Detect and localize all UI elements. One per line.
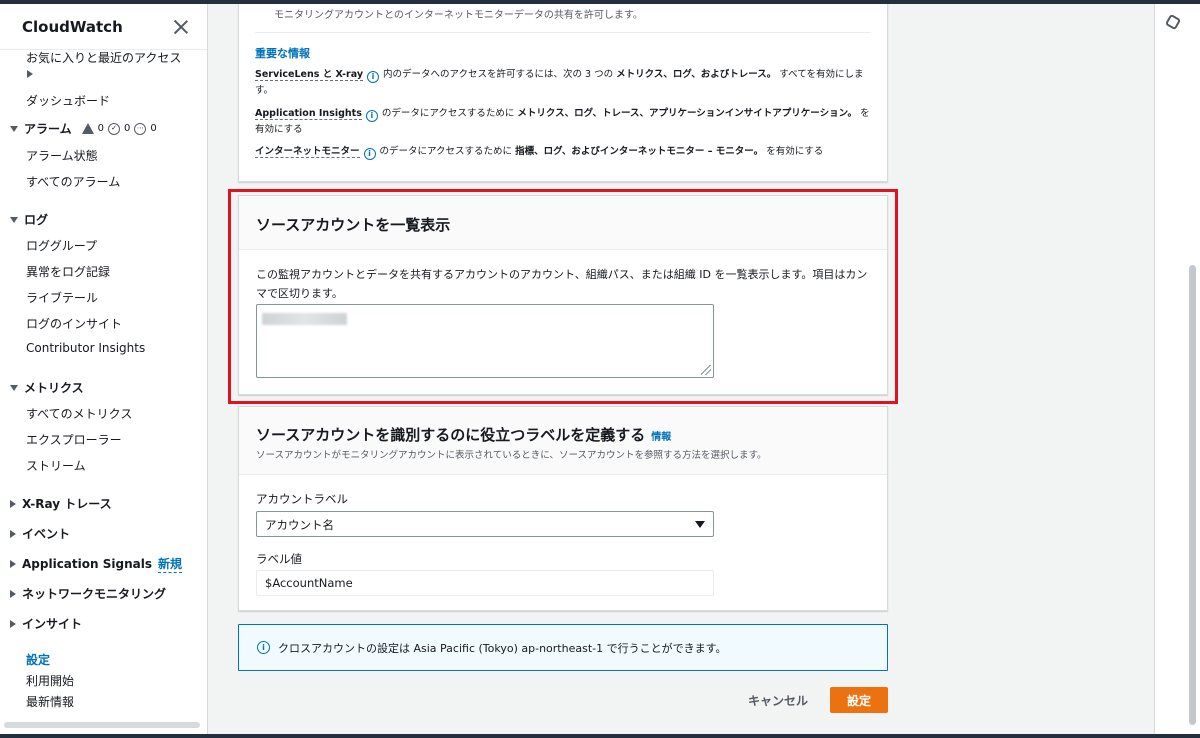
chevron-right-icon [10,589,16,598]
sidebar-section-label: イベント [22,527,71,541]
sidebar-item-live-tail[interactable]: ライブテール [26,289,98,306]
sidebar-item-contributor-insights[interactable]: Contributor Insights [26,341,145,355]
new-badge: 新規 [157,557,182,573]
info-text: のデータにアクセスするために [379,146,516,157]
chevron-right-icon [10,499,16,508]
sidebar-section-label: インサイト [22,617,83,631]
sidebar-header: CloudWatch [0,4,207,50]
highlight-frame [228,189,898,404]
sidebar-item-logs-insights[interactable]: ログのインサイト [26,315,122,332]
info-icon[interactable]: i [363,148,376,160]
sidebar-section-metrics[interactable]: メトリクス [10,379,84,396]
sidebar-section-label: X-Ray トレース [22,497,112,511]
sidebar-section-label: アラーム [24,122,72,136]
sidebar-section-label: ネットワークモニタリング [22,587,167,601]
sidebar-section-application-signals[interactable]: Application Signals 新規 [10,555,182,573]
input-value: $AccountName [265,576,353,590]
sidebar-item-streams[interactable]: ストリーム [26,457,86,474]
dropdown-caret-icon [695,521,705,528]
sidebar-item-all-alarms[interactable]: すべてのアラーム [26,173,120,190]
chevron-down-icon [10,125,18,132]
insufficient-count: 0 [150,123,157,134]
info-term[interactable]: Application Insights [255,108,362,120]
info-link[interactable]: 情報 [651,432,671,443]
select-value: アカウント名 [265,518,334,532]
info-bold: メトリクス、ログ、トレース、アプリケーションインサイトアプリケーション。 [517,108,858,119]
info-text: 内のデータへのアクセスを許可するには、次の 3 つの [383,69,617,80]
sidebar-section-label: ログ [24,213,49,227]
panel-title: ソースアカウントを識別するのに役立つラベルを定義する 情報 [256,424,671,445]
sidebar-scrollbar[interactable] [4,722,200,728]
sidebar-section-label: メトリクス [24,381,84,395]
info-bold: 指標、ログ、およびインターネットモニター – モニター。 [515,146,764,157]
info-row-internet-monitor: インターネットモニター i のデータにアクセスするために 指標、ログ、およびインター… [255,144,875,160]
info-text: のデータにアクセスするために [381,108,518,119]
chevron-right-icon [10,560,16,568]
sidebar-item-all-metrics[interactable]: すべてのメトリクス [26,405,132,422]
sidebar-item-alarm-state[interactable]: アラーム状態 [26,147,98,164]
sidebar-item-log-anomalies[interactable]: 異常をログ記録 [26,263,110,280]
main-content: モニタリングアカウントとのインターネットモニターデータの共有を許可します。 重要… [208,4,1154,734]
sidebar: CloudWatch お気に入りと最近のアクセス ダッシュボード アラーム 0 … [0,4,208,734]
sidebar-item-favorites[interactable]: お気に入りと最近のアクセス [26,49,181,66]
sidebar-title: CloudWatch [22,17,123,36]
insufficient-data-icon: ⋯ [134,122,147,135]
sidebar-section-xray[interactable]: X-Ray トレース [10,495,112,512]
account-label-select[interactable]: アカウント名 [256,511,714,537]
sidebar-section-insights[interactable]: インサイト [10,615,82,632]
info-term[interactable]: ServiceLens と X-ray [255,69,364,81]
sharing-options-panel: モニタリングアカウントとのインターネットモニターデータの共有を許可します。 重要… [238,4,888,182]
account-label-title: アカウントラベル [256,492,348,506]
alarm-count: 0 [97,123,105,134]
sidebar-item-getting-started[interactable]: 利用開始 [26,672,74,689]
panel-title-text: ソースアカウントを識別するのに役立つラベルを定義する [256,426,646,444]
sidebar-item-whats-new[interactable]: 最新情報 [26,693,74,710]
alarm-counts: 0 ✓ 0 ⋯ 0 [81,122,157,135]
account-label-panel: ソースアカウントを識別するのに役立つラベルを定義する 情報 ソースアカウントがモニ… [238,406,888,611]
info-bold: メトリクス、ログ、およびトレース。 [616,69,777,80]
chevron-down-icon [10,216,18,223]
info-row-application-insights: Application Insights i のデータにアクセスするために メトリク… [255,106,875,138]
sidebar-section-logs[interactable]: ログ [10,211,48,228]
sidebar-section-alarms[interactable]: アラーム 0 ✓ 0 ⋯ 0 [10,120,157,137]
sidebar-item-settings[interactable]: 設定 [26,651,50,668]
panel-description: ソースアカウントがモニタリングアカウントに表示されているときに、ソースアカウント… [256,450,767,461]
info-term[interactable]: インターネットモニター [255,146,360,158]
panel-header: ソースアカウントを識別するのに役立つラベルを定義する 情報 ソースアカウントがモニ… [239,407,887,475]
sidebar-section-network-monitoring[interactable]: ネットワークモニタリング [10,585,166,602]
sidebar-section-label: Application Signals [22,557,152,571]
info-row-servicelens: ServiceLens と X-ray i 内のデータへのアクセスを許可するには、次… [255,67,875,99]
cloudshell-icon[interactable] [1164,13,1182,31]
favorites-expand-icon[interactable] [27,70,33,78]
save-button[interactable]: 設定 [830,687,888,713]
close-icon[interactable] [173,19,189,35]
alarm-icon [81,123,94,134]
divider [255,32,871,33]
ok-icon: ✓ [108,122,121,135]
info-icon: i [257,641,270,654]
alert-text: クロスアカウントの設定は Asia Pacific (Tokyo) ap-nor… [278,642,727,655]
info-icon[interactable]: i [365,110,378,122]
info-icon[interactable]: i [367,71,380,83]
sidebar-item-explorer[interactable]: エクスプローラー [26,431,122,448]
ok-count: 0 [124,123,131,134]
chevron-right-icon [10,529,16,538]
cancel-button[interactable]: キャンセル [738,687,818,713]
sidebar-item-dashboard[interactable]: ダッシュボード [26,92,110,109]
chevron-right-icon [10,619,16,628]
label-value-title: ラベル値 [256,552,302,566]
chevron-down-icon [10,384,18,391]
internet-monitor-description: モニタリングアカウントとのインターネットモニターデータの共有を許可します。 [274,10,643,21]
info-alert: i クロスアカウントの設定は Asia Pacific (Tokyo) ap-n… [238,624,888,671]
page-scrollbar[interactable] [1189,265,1196,725]
sidebar-item-log-groups[interactable]: ロググループ [26,237,97,254]
label-value-input[interactable]: $AccountName [256,570,714,596]
bottom-edge [0,734,1200,738]
info-text: を有効にする [763,146,824,157]
sidebar-section-events[interactable]: イベント [10,525,70,542]
important-info-heading: 重要な情報 [255,47,310,60]
